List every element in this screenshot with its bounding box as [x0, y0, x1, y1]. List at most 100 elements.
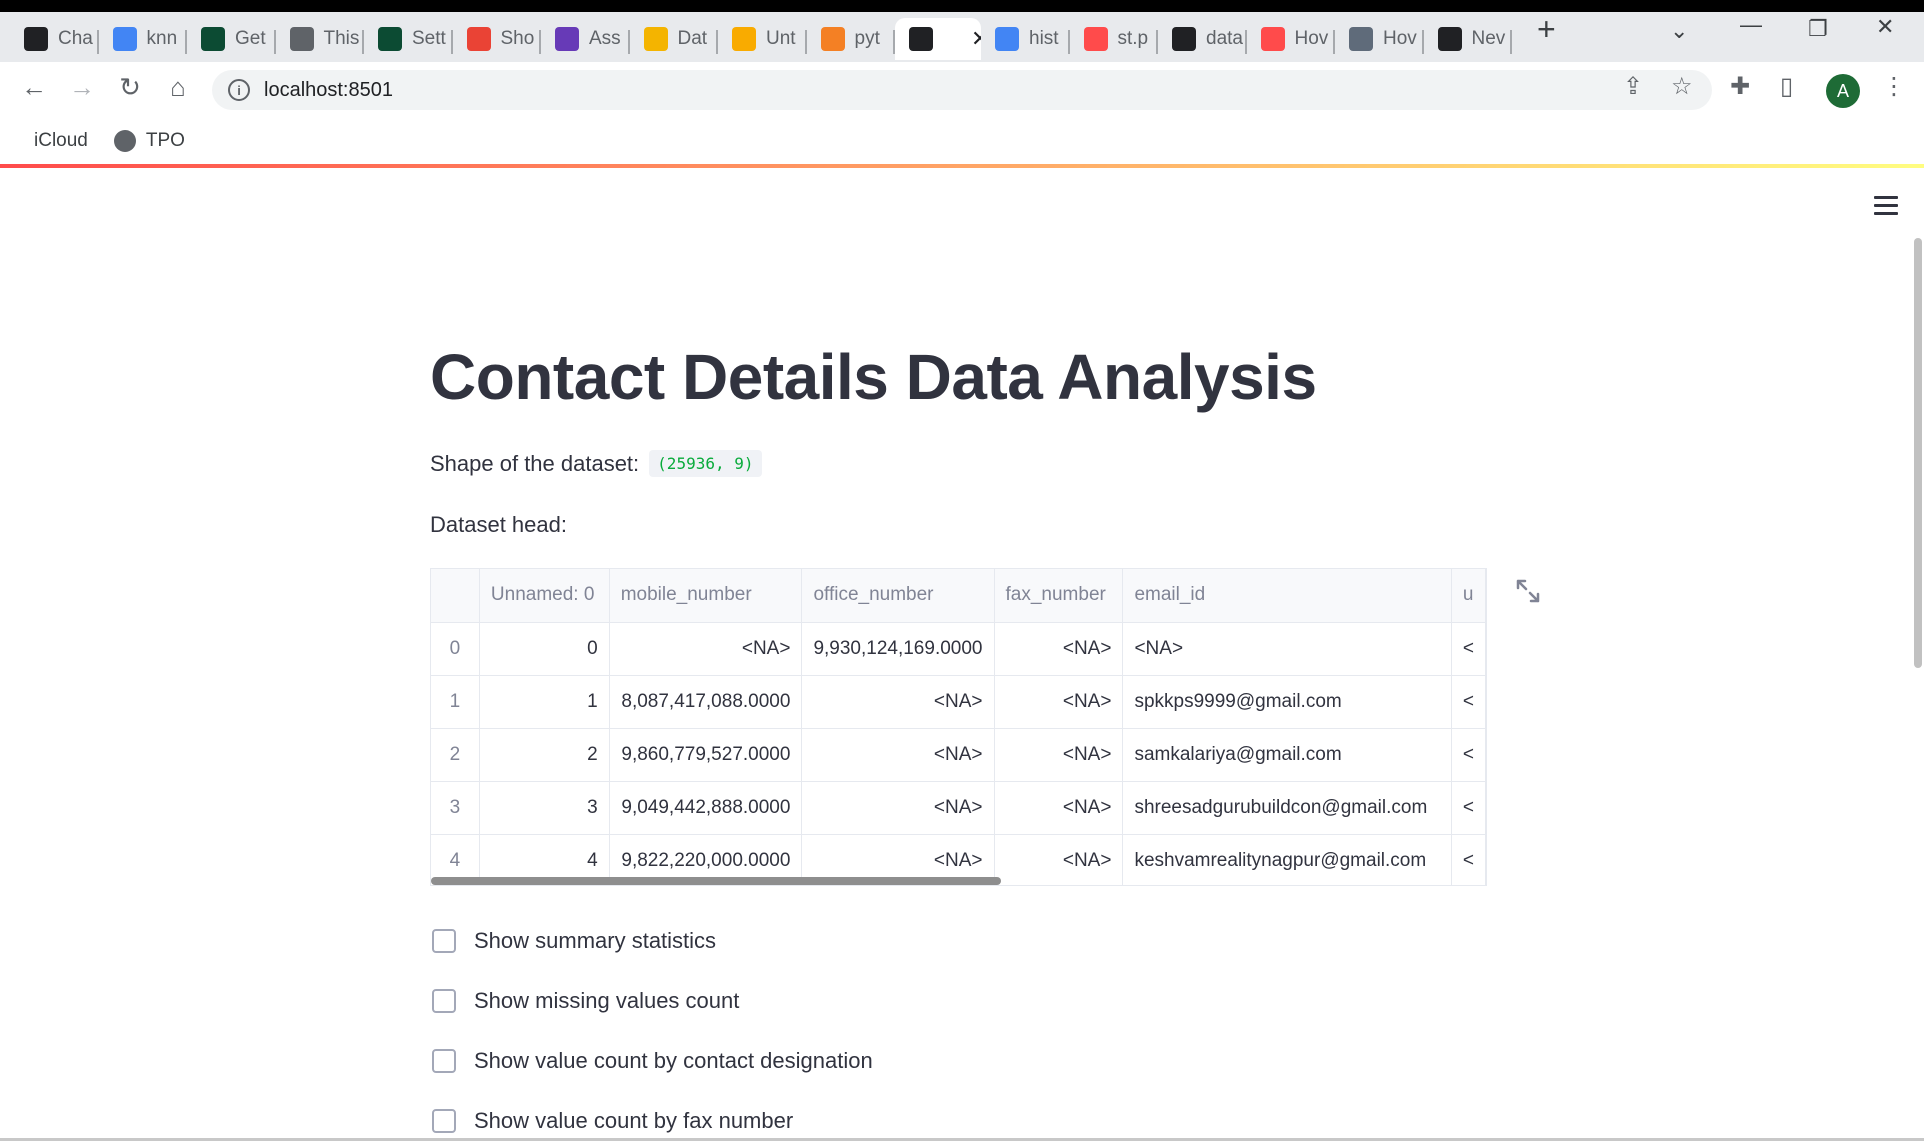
table-cell[interactable]: <NA> [609, 622, 803, 676]
table-cell[interactable]: <NA> [994, 622, 1124, 676]
column-header[interactable]: fax_number [994, 569, 1124, 623]
browser-tab[interactable]: Ass [541, 18, 630, 60]
browser-tab[interactable]: Sett [364, 18, 453, 60]
table-row[interactable]: 2 2 9,860,779,527.0000 <NA> <NA> samkalariya@… [431, 728, 1486, 782]
table-cell[interactable]: <NA> [994, 675, 1124, 729]
table-cell[interactable]: < [1451, 834, 1486, 885]
table-cell[interactable]: 1 [479, 675, 610, 729]
column-header[interactable] [431, 569, 480, 623]
checkbox-fax-number[interactable]: Show value count by fax number [432, 1108, 793, 1134]
table-cell[interactable]: 9,049,442,888.0000 [609, 781, 803, 835]
bookmark-star-icon[interactable]: ☆ [1671, 72, 1693, 101]
checkbox-box[interactable] [432, 929, 456, 953]
browser-tab[interactable]: Sho [453, 18, 541, 60]
checkbox-missing-values[interactable]: Show missing values count [432, 988, 739, 1014]
checkbox-label[interactable]: Show value count by fax number [474, 1108, 793, 1134]
column-header[interactable]: office_number [801, 569, 995, 623]
home-button[interactable]: ⌂ [160, 72, 196, 103]
browser-tab[interactable]: Hov [1335, 18, 1424, 60]
table-cell[interactable]: 0 [479, 622, 610, 676]
profile-avatar[interactable]: A [1826, 74, 1860, 108]
browser-tab[interactable]: st.p [1070, 18, 1158, 60]
browser-tab[interactable]: data [1158, 18, 1247, 60]
bookmark-icloud[interactable]: iCloud [24, 130, 88, 152]
table-cell[interactable]: <NA> [994, 834, 1124, 885]
table-cell[interactable]: <NA> [994, 728, 1124, 782]
main-menu-icon[interactable] [1874, 196, 1898, 220]
table-cell[interactable]: <NA> [801, 728, 995, 782]
table-cell[interactable]: keshvamrealitynagpur@gmail.com [1122, 834, 1452, 885]
fullscreen-expand-icon[interactable] [1515, 578, 1541, 604]
column-header[interactable]: mobile_number [609, 569, 803, 623]
row-index[interactable]: 0 [431, 622, 480, 676]
table-cell[interactable]: <NA> [801, 675, 995, 729]
checkbox-contact-designation[interactable]: Show value count by contact designation [432, 1048, 873, 1074]
table-cell[interactable]: <NA> [801, 781, 995, 835]
row-index[interactable]: 2 [431, 728, 480, 782]
address-text[interactable]: localhost:8501 [264, 79, 393, 102]
table-row[interactable]: 3 3 9,049,442,888.0000 <NA> <NA> shreesadguru… [431, 781, 1486, 835]
browser-tab[interactable]: Dat [630, 18, 718, 60]
tab-title: This [323, 28, 360, 49]
table-cell[interactable]: 9,860,779,527.0000 [609, 728, 803, 782]
new-tab-button[interactable]: + [1537, 13, 1556, 45]
minimize-button[interactable]: — [1740, 12, 1762, 38]
browser-tab[interactable]: Cha [10, 18, 99, 60]
address-bar[interactable]: i localhost:8501 [212, 70, 1712, 110]
checkbox-summary-statistics[interactable]: Show summary statistics [432, 928, 716, 954]
table-row[interactable]: 1 1 8,087,417,088.0000 <NA> <NA> spkkps9999@g… [431, 675, 1486, 729]
table-cell[interactable]: < [1451, 728, 1486, 782]
browser-tab[interactable]: Hov [1247, 18, 1335, 60]
column-header[interactable]: u [1451, 569, 1486, 623]
checkbox-label[interactable]: Show missing values count [474, 988, 739, 1014]
tab-title: Hov [1383, 28, 1417, 49]
table-cell[interactable]: 8,087,417,088.0000 [609, 675, 803, 729]
checkbox-box[interactable] [432, 1109, 456, 1133]
side-panel-icon[interactable]: ▯ [1780, 72, 1793, 101]
table-cell[interactable]: < [1451, 675, 1486, 729]
table-row[interactable]: 0 0 <NA> 9,930,124,169.0000 <NA> <NA> < [431, 622, 1486, 676]
checkbox-box[interactable] [432, 1049, 456, 1073]
page-scrollbar[interactable] [1914, 238, 1922, 668]
site-info-icon[interactable]: i [228, 79, 250, 101]
browser-tab[interactable]: hist [981, 18, 1070, 60]
share-icon[interactable]: ⇪ [1623, 72, 1643, 101]
table-cell[interactable]: <NA> [1122, 622, 1452, 676]
checkbox-label[interactable]: Show value count by contact designation [474, 1048, 873, 1074]
checkbox-box[interactable] [432, 989, 456, 1013]
extensions-icon[interactable]: ✚ [1730, 72, 1750, 101]
table-cell[interactable]: 2 [479, 728, 610, 782]
checkbox-label[interactable]: Show summary statistics [474, 928, 716, 954]
table-cell[interactable]: shreesadgurubuildcon@gmail.com [1122, 781, 1452, 835]
reload-button[interactable]: ↻ [112, 72, 148, 103]
browser-tab[interactable]: Get [187, 18, 276, 60]
table-cell[interactable]: 9,930,124,169.0000 [801, 622, 995, 676]
bookmark-tpo[interactable]: TPO [113, 130, 185, 152]
dataframe-horizontal-scrollbar[interactable] [431, 877, 1001, 885]
tab-title: pyt [854, 28, 880, 49]
row-index[interactable]: 1 [431, 675, 480, 729]
browser-tab[interactable]: Unt [718, 18, 807, 60]
table-cell[interactable]: < [1451, 622, 1486, 676]
table-cell[interactable]: 3 [479, 781, 610, 835]
tab-search-icon[interactable]: ⌄ [1670, 18, 1688, 44]
column-header[interactable]: Unnamed: 0 [479, 569, 610, 623]
restore-button[interactable]: ❐ [1808, 16, 1828, 42]
close-window-button[interactable]: ✕ [1876, 14, 1894, 40]
browser-tab[interactable]: ✕ [895, 18, 981, 60]
forward-button[interactable]: → [64, 72, 100, 103]
browser-tab[interactable]: This [276, 18, 364, 60]
table-cell[interactable]: samkalariya@gmail.com [1122, 728, 1452, 782]
table-cell[interactable]: spkkps9999@gmail.com [1122, 675, 1452, 729]
browser-tab[interactable]: Nev [1424, 18, 1512, 60]
browser-tab[interactable]: pyt [807, 18, 895, 60]
table-cell[interactable]: < [1451, 781, 1486, 835]
browser-tab[interactable]: knn [99, 18, 187, 60]
menu-kebab-icon[interactable]: ⋮ [1882, 72, 1906, 101]
dataframe[interactable]: Unnamed: 0 mobile_number office_number fax_… [430, 568, 1487, 886]
column-header[interactable]: email_id [1122, 569, 1452, 623]
table-cell[interactable]: <NA> [994, 781, 1124, 835]
row-index[interactable]: 3 [431, 781, 480, 835]
close-tab-icon[interactable]: ✕ [971, 26, 981, 52]
back-button[interactable]: ← [16, 72, 52, 103]
